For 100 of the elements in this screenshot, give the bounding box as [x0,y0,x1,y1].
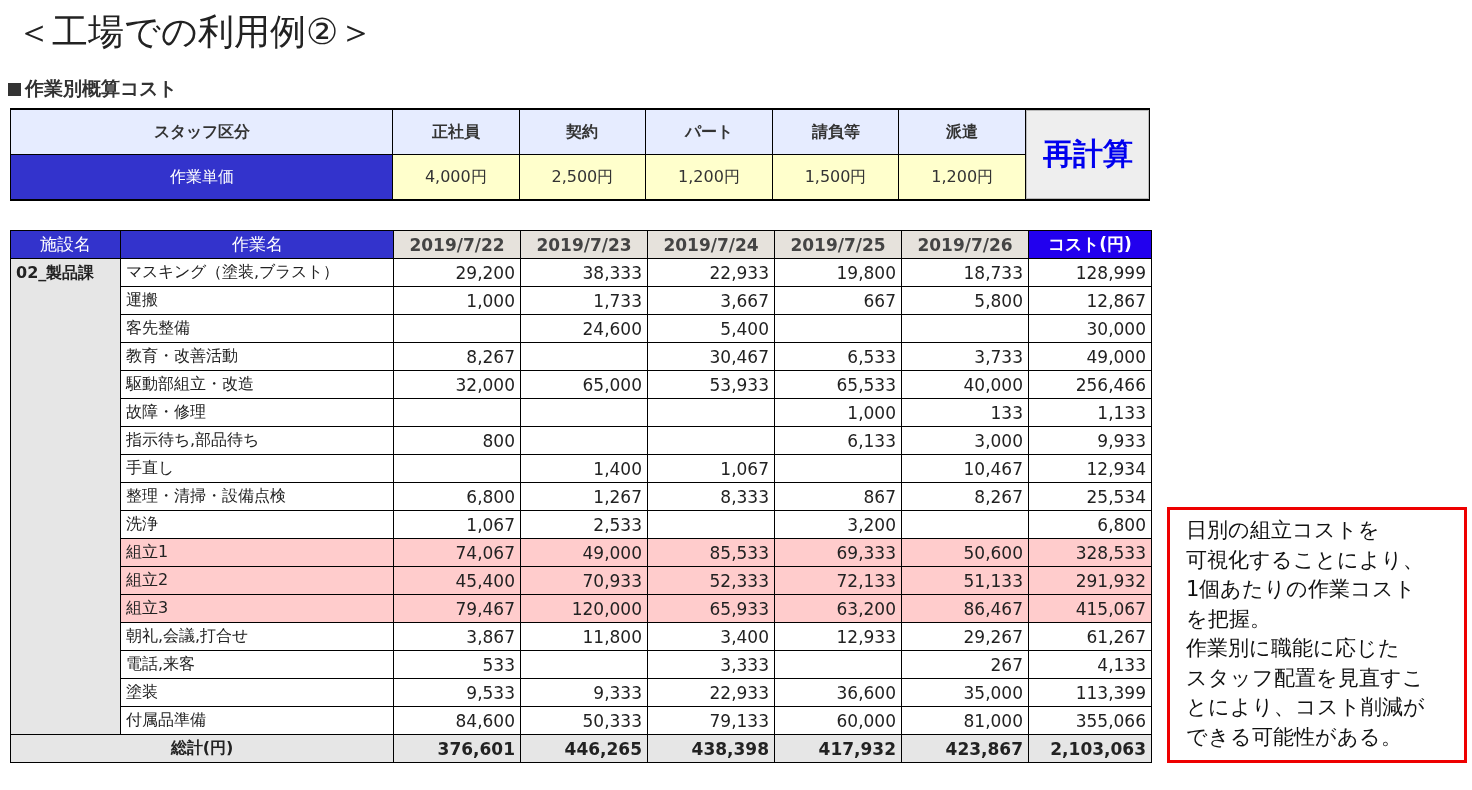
table-cell: 29,200 [393,258,521,287]
table-cell: 1,200円 [645,154,773,200]
table-cell: 120,000 [520,594,648,623]
table-header-cell: パート [645,109,773,155]
table-cell: 6,533 [774,342,902,371]
table-cell: 指示待ち,部品待ち [120,426,394,455]
table-cell: 328,533 [1028,538,1152,567]
table-header-cell: 請負等 [772,109,899,155]
table-cell: 25,534 [1028,482,1152,511]
table-cell: 52,333 [647,566,775,595]
table-cell: 3,400 [647,622,775,651]
table-cell: 1,400 [520,454,648,483]
row-label: 作業単価 [10,154,393,200]
table-cell: 79,467 [393,594,521,623]
table-cell: 24,600 [520,314,648,343]
table-cell: 22,933 [647,678,775,707]
table-cell: 8,267 [901,482,1029,511]
table-cell: 74,067 [393,538,521,567]
table-header-cell: 正社員 [392,109,520,155]
table-cell: 3,733 [901,342,1029,371]
table-cell: 267 [901,650,1029,679]
column-header: 2019/7/25 [774,230,902,259]
table-cell: 8,333 [647,482,775,511]
table-cell: 4,000円 [392,154,520,200]
table-cell: 11,800 [520,622,648,651]
table-cell: 1,067 [393,510,521,539]
column-header: 2019/7/23 [520,230,648,259]
table-cell: 50,600 [901,538,1029,567]
column-header: 作業名 [120,230,394,259]
table-cell: 3,867 [393,622,521,651]
table-cell: 手直し [120,454,394,483]
table-cell: 電話,来客 [120,650,394,679]
table-cell: 84,600 [393,706,521,735]
table-cell: 19,800 [774,258,902,287]
column-header: 2019/7/26 [901,230,1029,259]
total-cell: 2,103,063 [1028,734,1152,763]
table-cell: 45,400 [393,566,521,595]
table-cell: 40,000 [901,370,1029,399]
table-cell: 6,800 [393,482,521,511]
slide-title: ＜工場での利用例②＞ [16,10,375,54]
table-cell: 60,000 [774,706,902,735]
facility-cell: 02_製品課 [10,258,121,735]
table-cell: 38,333 [520,258,648,287]
table-cell: 29,267 [901,622,1029,651]
table-cell: 65,533 [774,370,902,399]
table-cell: 65,000 [520,370,648,399]
table-cell: 533 [393,650,521,679]
recalculate-button[interactable]: 再計算 [1026,110,1149,199]
total-cell: 417,932 [774,734,902,763]
table-cell: 867 [774,482,902,511]
table-cell: 1,000 [774,398,902,427]
table-cell: 22,933 [647,258,775,287]
table-cell: 5,800 [901,286,1029,315]
table-cell: 1,267 [520,482,648,511]
table-cell: 組立3 [120,594,394,623]
table-cell: 63,200 [774,594,902,623]
table-cell: 3,667 [647,286,775,315]
table-cell: 12,867 [1028,286,1152,315]
table-cell: 1,133 [1028,398,1152,427]
table-cell: 1,067 [647,454,775,483]
table-cell: 客先整備 [120,314,394,343]
table-cell: 運搬 [120,286,394,315]
table-cell: 12,933 [774,622,902,651]
table-cell: 50,333 [520,706,648,735]
table-cell: 9,933 [1028,426,1152,455]
table-cell: 49,000 [520,538,648,567]
table-cell: 61,267 [1028,622,1152,651]
table-cell: 洗浄 [120,510,394,539]
table-cell: 3,000 [901,426,1029,455]
table-cell: 3,333 [647,650,775,679]
table-cell: 70,933 [520,566,648,595]
table-header-cell: 契約 [519,109,646,155]
table-header-cell: 派遣 [898,109,1026,155]
table-cell: 9,533 [393,678,521,707]
table-cell: 256,466 [1028,370,1152,399]
table-cell: 付属品準備 [120,706,394,735]
table-cell: 85,533 [647,538,775,567]
table-cell: 72,133 [774,566,902,595]
table-cell: 415,067 [1028,594,1152,623]
table-cell: 18,733 [901,258,1029,287]
table-cell: 113,399 [1028,678,1152,707]
table-cell: 組立2 [120,566,394,595]
table-cell: 667 [774,286,902,315]
table-cell: 65,933 [647,594,775,623]
total-label: 総計(円) [10,734,394,763]
table-cell: 1,200円 [898,154,1026,200]
column-header: 施設名 [10,230,121,259]
table-cell: 8,267 [393,342,521,371]
table-cell: 9,333 [520,678,648,707]
table-cell: 51,133 [901,566,1029,595]
total-cell: 438,398 [647,734,775,763]
table-cell: 2,500円 [519,154,646,200]
table-cell: 駆動部組立・改造 [120,370,394,399]
table-cell: 教育・改善活動 [120,342,394,371]
table-cell: 32,000 [393,370,521,399]
table-cell: 1,000 [393,286,521,315]
table-cell: 朝礼,会議,打合せ [120,622,394,651]
table-cell: 291,932 [1028,566,1152,595]
table-cell: 30,467 [647,342,775,371]
table-cell: 12,934 [1028,454,1152,483]
